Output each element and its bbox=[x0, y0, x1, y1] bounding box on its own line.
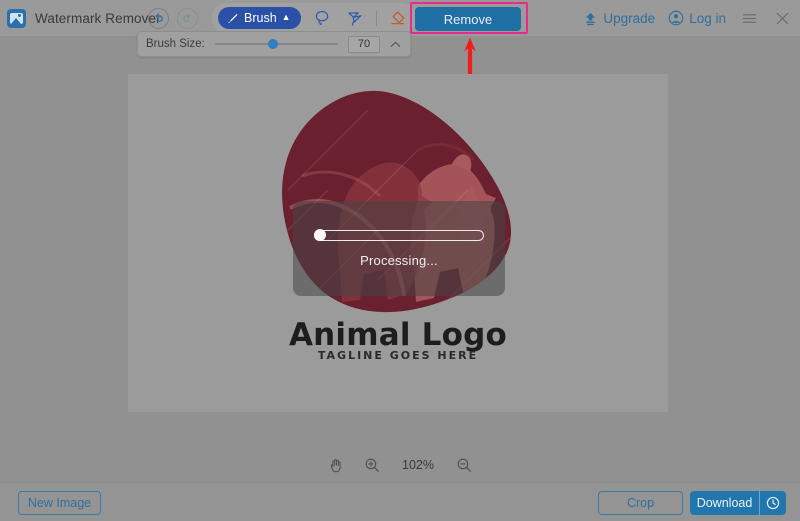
brush-panel-collapse-button[interactable] bbox=[388, 37, 402, 51]
hand-pan-icon bbox=[330, 459, 341, 473]
download-button[interactable]: Download bbox=[690, 491, 786, 515]
eraser-tool-button[interactable] bbox=[386, 7, 410, 29]
processing-overlay: Processing... bbox=[293, 201, 505, 296]
eraser-tool-icon bbox=[391, 10, 405, 24]
app-logo-icon bbox=[7, 8, 26, 28]
brush-size-value[interactable]: 70 bbox=[348, 35, 380, 53]
crop-button[interactable]: Crop bbox=[598, 491, 683, 515]
menu-button[interactable] bbox=[739, 8, 759, 28]
remove-button[interactable]: Remove bbox=[415, 7, 521, 31]
close-x-icon bbox=[776, 12, 788, 24]
download-label: Download bbox=[696, 496, 753, 510]
app-window: Watermark Remover Brush ▲ Remove Upgrade… bbox=[0, 0, 800, 521]
zoom-in-icon bbox=[365, 458, 379, 472]
titlebar-right-cluster: Upgrade Log in bbox=[583, 0, 792, 36]
app-logo-glyph bbox=[10, 12, 23, 24]
logo-tagline-text: TAGLINE GOES HERE bbox=[317, 349, 479, 362]
chevron-up-icon: ▲ bbox=[281, 11, 291, 22]
brush-size-label: Brush Size: bbox=[146, 38, 205, 50]
chevron-up-icon bbox=[390, 41, 400, 47]
brush-size-slider[interactable] bbox=[214, 37, 338, 51]
zoom-out-button[interactable] bbox=[455, 456, 473, 474]
clock-history-icon bbox=[766, 496, 780, 510]
brush-size-panel: Brush Size: 70 bbox=[137, 31, 411, 57]
progress-bar-knob bbox=[314, 229, 326, 241]
download-history-button[interactable] bbox=[760, 491, 786, 515]
app-title: Watermark Remover bbox=[35, 10, 161, 26]
image-canvas[interactable]: Animal Logo TAGLINE GOES HERE Processing… bbox=[128, 74, 668, 412]
brush-tool-label: Brush bbox=[244, 11, 277, 25]
progress-bar bbox=[314, 229, 484, 241]
tool-group: Brush ▲ bbox=[212, 3, 416, 33]
login-label: Log in bbox=[689, 10, 726, 26]
undo-arrow-icon bbox=[155, 12, 163, 22]
redo-arrow-icon bbox=[183, 12, 191, 22]
lasso-tool-button[interactable] bbox=[310, 7, 334, 29]
brush-icon bbox=[228, 13, 238, 23]
zoom-out-icon bbox=[457, 458, 471, 472]
hamburger-menu-icon bbox=[742, 13, 756, 23]
slider-knob[interactable] bbox=[267, 39, 278, 49]
undo-button[interactable] bbox=[148, 7, 169, 29]
user-circle-icon bbox=[668, 10, 684, 26]
logo-title-text: Animal Logo bbox=[288, 317, 508, 353]
new-image-button[interactable]: New Image bbox=[18, 491, 101, 515]
processing-status-text: Processing... bbox=[360, 252, 438, 268]
hand-pan-button[interactable] bbox=[327, 456, 345, 474]
polygon-lasso-button[interactable] bbox=[343, 7, 367, 29]
login-button[interactable]: Log in bbox=[668, 10, 726, 26]
remove-button-highlight: Remove bbox=[410, 2, 528, 34]
zoom-level-value: 102% bbox=[402, 458, 434, 472]
zoom-controls-bar: 102% bbox=[0, 452, 800, 478]
upgrade-label: Upgrade bbox=[603, 10, 656, 26]
upload-upgrade-icon bbox=[586, 12, 596, 25]
polygon-lasso-icon bbox=[347, 12, 362, 26]
toolbar-divider bbox=[375, 10, 377, 26]
brush-tool-button[interactable]: Brush ▲ bbox=[218, 7, 301, 29]
zoom-in-button[interactable] bbox=[363, 456, 381, 474]
upgrade-button[interactable]: Upgrade bbox=[583, 11, 655, 26]
lasso-tool-icon bbox=[315, 10, 328, 26]
redo-button[interactable] bbox=[177, 7, 198, 29]
footer-bar: New Image Crop Download bbox=[0, 482, 800, 521]
close-window-button[interactable] bbox=[772, 8, 792, 28]
logo-stage: Animal Logo TAGLINE GOES HERE Processing… bbox=[128, 74, 668, 412]
